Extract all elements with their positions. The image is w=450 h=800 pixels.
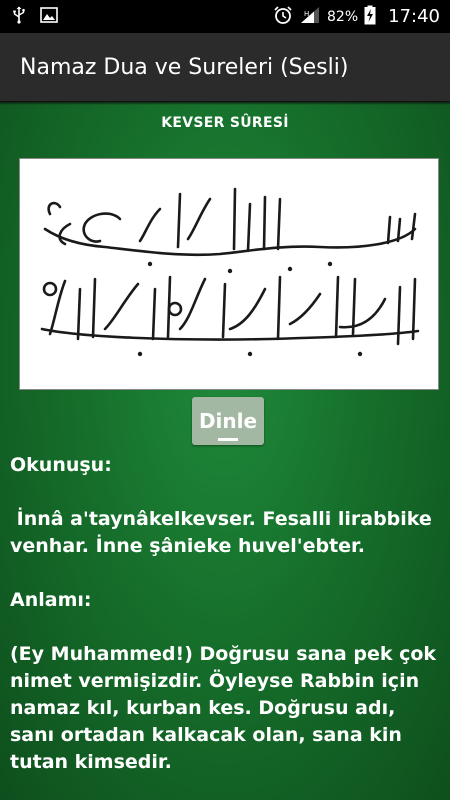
meaning-text: (Ey Muhammed!) Doğrusu sana pek çok nime…: [10, 643, 437, 773]
svg-text:H: H: [304, 10, 309, 18]
battery-percentage: 82%: [327, 8, 359, 25]
usb-icon: [12, 6, 26, 28]
listen-button-label: Dinle: [198, 409, 258, 433]
sure-content: Okunuşu: İnnâ a'taynâkelkevser. Fesalli …: [10, 452, 440, 776]
image-icon: [40, 6, 58, 27]
reading-text: İnnâ a'taynâkelkevser. Fesalli lirabbike…: [10, 508, 439, 557]
status-bar: H 82% 17:40: [0, 0, 450, 33]
signal-icon: H: [299, 6, 321, 28]
alarm-icon: [273, 5, 293, 29]
action-bar: Namaz Dua ve Sureleri (Sesli): [0, 33, 450, 101]
sure-title: KEVSER SÛRESİ: [161, 115, 289, 131]
listen-button-underline: [218, 438, 238, 441]
meaning-label: Anlamı:: [10, 589, 92, 611]
battery-charging-icon: [364, 5, 376, 29]
clock: 17:40: [388, 6, 440, 27]
reading-label: Okunuşu:: [10, 454, 112, 476]
calligraphy-image: [19, 158, 439, 390]
calligraphy-drawing: [40, 187, 420, 357]
app-title: Namaz Dua ve Sureleri (Sesli): [20, 54, 349, 80]
listen-button[interactable]: Dinle: [192, 397, 264, 445]
action-bar-shadow: [0, 101, 450, 105]
